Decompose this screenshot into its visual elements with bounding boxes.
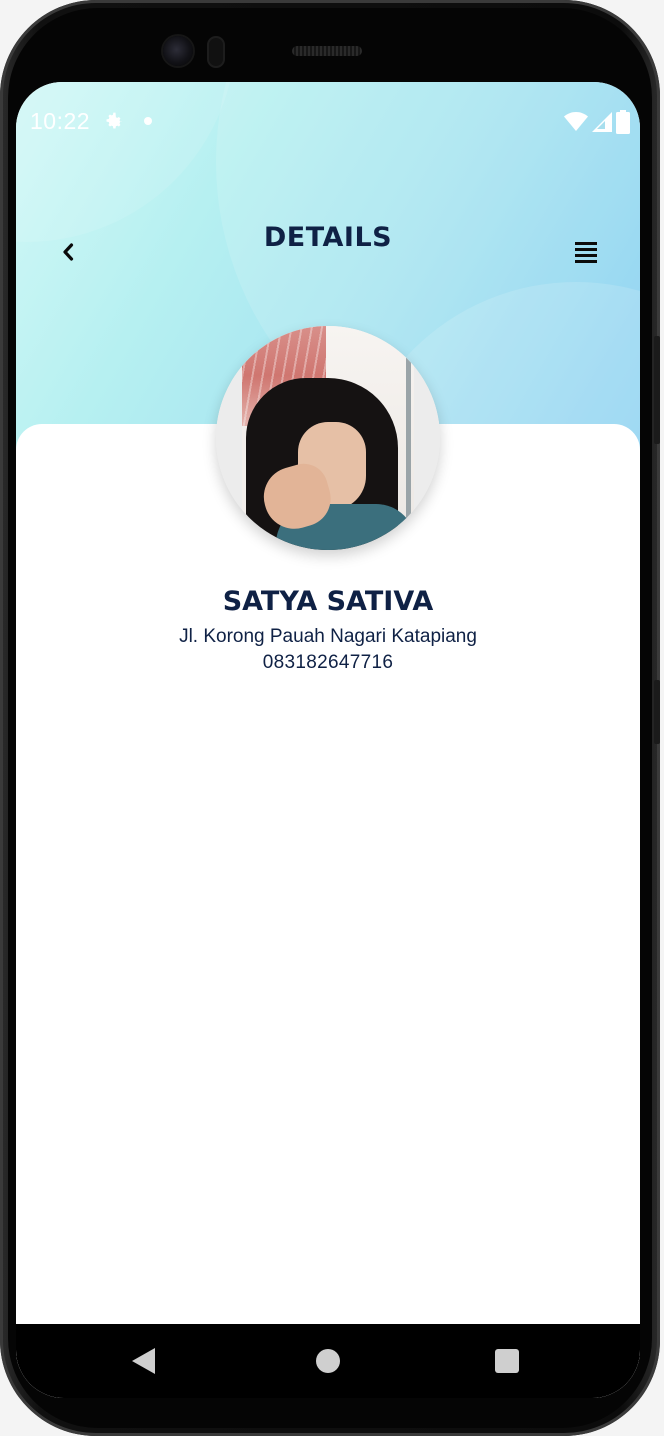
profile-photo [242, 326, 414, 550]
status-icons [564, 110, 630, 134]
nav-back-icon[interactable] [132, 1348, 155, 1374]
battery-icon [616, 110, 630, 134]
avatar-background [414, 326, 440, 550]
page-title: DETAILS [263, 222, 393, 253]
menu-lines-icon [575, 254, 597, 257]
volume-button [654, 336, 660, 444]
earpiece-speaker [292, 46, 362, 56]
profile-name: SATYA SATIVA [222, 586, 434, 617]
nav-home-icon[interactable] [316, 1349, 340, 1373]
avatar-background [216, 326, 242, 550]
menu-button[interactable] [574, 240, 600, 268]
menu-lines-icon [575, 248, 597, 251]
menu-lines-icon [575, 260, 597, 263]
nav-recents-icon[interactable] [495, 1349, 519, 1373]
profile-address: Jl. Korong Pauah Nagari Katapiang [179, 626, 477, 647]
cellular-signal-icon [592, 112, 612, 132]
power-button [654, 680, 660, 744]
avatar [216, 326, 440, 550]
profile-phone: 083182647716 [262, 652, 394, 673]
notification-dot-icon [144, 117, 152, 125]
navigation-bar [16, 1324, 640, 1398]
gear-icon [106, 112, 122, 129]
phone-frame: 10:22 DETAILS SATYA SATIVA Jl. Korong Pa… [0, 0, 660, 1436]
menu-lines-icon [575, 242, 597, 245]
status-time: 10:22 [30, 108, 91, 134]
content-card [16, 424, 640, 1398]
front-camera-icon [163, 36, 193, 66]
wifi-icon [564, 112, 588, 131]
proximity-sensor [207, 36, 225, 68]
device-stage: 10:22 DETAILS SATYA SATIVA Jl. Korong Pa… [0, 0, 664, 1436]
screen: 10:22 DETAILS SATYA SATIVA Jl. Korong Pa… [16, 82, 640, 1398]
status-bar: 10:22 [16, 82, 640, 158]
